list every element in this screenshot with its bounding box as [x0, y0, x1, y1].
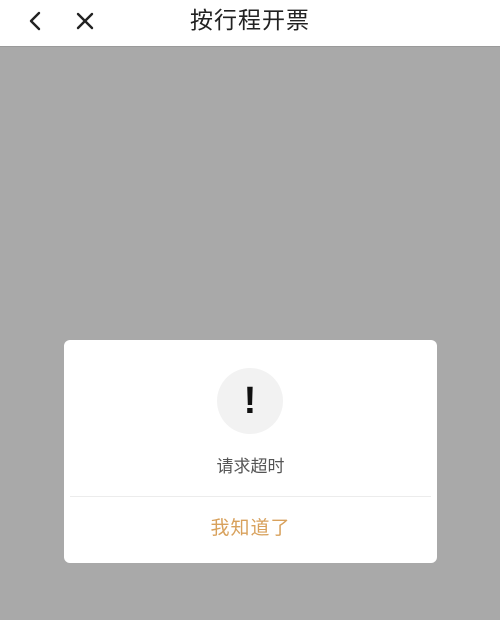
exclamation-mark: !	[243, 380, 257, 422]
exclamation-icon: !	[217, 368, 283, 434]
dialog-message: 请求超时	[216, 457, 285, 477]
timeout-dialog: ! 请求超时 我知道了	[64, 340, 437, 563]
nav-bar: 按行程开票	[0, 0, 500, 47]
confirm-button[interactable]: 我知道了	[64, 497, 437, 563]
page-title: 按行程开票	[190, 8, 310, 34]
screen: 按行程开票 ! 请求超时 我知道了	[0, 0, 500, 620]
